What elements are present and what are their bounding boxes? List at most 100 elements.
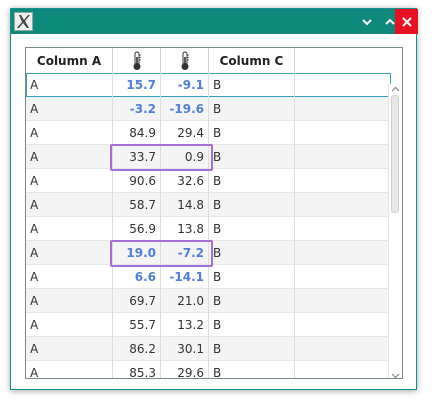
table-cell-c: B: [209, 217, 295, 241]
x-logo-icon: [14, 12, 33, 31]
table-row[interactable]: A -3.2 -19.6 B: [26, 97, 391, 121]
table-row[interactable]: A 55.7 13.2 B: [26, 313, 391, 337]
table-cell-t2: 14.8: [161, 193, 209, 217]
table-row[interactable]: A 56.9 13.8 B: [26, 217, 391, 241]
table-cell-t2: 29.4: [161, 121, 209, 145]
table-cell-a: A: [26, 217, 113, 241]
table-cell-t2: -7.2: [161, 241, 209, 265]
table-cell-filler: [295, 145, 391, 169]
table-cell-c: B: [209, 193, 295, 217]
table-cell-t2: 30.1: [161, 337, 209, 361]
table-cell-t2: 32.6: [161, 169, 209, 193]
close-button[interactable]: [395, 9, 418, 34]
table-cell-a: A: [26, 289, 113, 313]
table-cell-t1: 86.2: [113, 337, 161, 361]
table-cell-filler: [295, 289, 391, 313]
close-icon: [401, 16, 412, 27]
table-cell-a: A: [26, 145, 113, 169]
table-header: Column A Column C: [26, 48, 391, 74]
scroll-up-arrow[interactable]: [391, 84, 400, 93]
table-body: A 15.7 -9.1 B A -3.2 -19.6 B A 84.9 29.4 B A 33.7 0.9 B…: [26, 73, 391, 378]
table-cell-filler: [295, 217, 391, 241]
table-cell-c: B: [209, 121, 295, 145]
table-row[interactable]: A 86.2 30.1 B: [26, 337, 391, 361]
table-cell-t2: -9.1: [161, 73, 209, 97]
table-cell-c: B: [209, 169, 295, 193]
table-cell-c: B: [209, 97, 295, 121]
minimize-button[interactable]: [356, 9, 378, 34]
column-header-a[interactable]: Column A: [26, 48, 113, 73]
scroll-down-arrow[interactable]: [391, 371, 400, 378]
thermometer-icon: [133, 51, 141, 70]
table-row[interactable]: A 6.6 -14.1 B: [26, 265, 391, 289]
column-header-temp-1[interactable]: [113, 48, 161, 73]
table-cell-t1: 6.6: [113, 265, 161, 289]
table-cell-c: B: [209, 73, 295, 97]
table-cell-t1: 85.3: [113, 361, 161, 378]
column-header-c[interactable]: Column C: [209, 48, 295, 73]
table-cell-t2: 29.6: [161, 361, 209, 378]
table-cell-t1: 84.9: [113, 121, 161, 145]
table-cell-t1: 69.7: [113, 289, 161, 313]
table-cell-t1: 90.6: [113, 169, 161, 193]
table-cell-a: A: [26, 361, 113, 378]
table-cell-c: B: [209, 313, 295, 337]
table-cell-a: A: [26, 193, 113, 217]
table-row[interactable]: A 15.7 -9.1 B: [26, 73, 391, 97]
column-a-label: Column A: [36, 53, 102, 68]
table-cell-a: A: [26, 121, 113, 145]
table-cell-t1: 56.9: [113, 217, 161, 241]
table-cell-t2: 13.2: [161, 313, 209, 337]
table-cell-t1: 55.7: [113, 313, 161, 337]
table-cell-a: A: [26, 337, 113, 361]
table-cell-t1: -3.2: [113, 97, 161, 121]
table-row[interactable]: A 33.7 0.9 B: [26, 145, 391, 169]
table-cell-filler: [295, 361, 391, 378]
table-row[interactable]: A 58.7 14.8 B: [26, 193, 391, 217]
column-header-temp-2[interactable]: [161, 48, 209, 73]
table-row[interactable]: A 90.6 32.6 B: [26, 169, 391, 193]
table-row[interactable]: A 84.9 29.4 B: [26, 121, 391, 145]
table-cell-a: A: [26, 97, 113, 121]
table-cell-filler: [295, 193, 391, 217]
table-cell-c: B: [209, 241, 295, 265]
data-table[interactable]: Column A Column C A 15.7 -9.1 B A -3.2 -…: [25, 47, 403, 379]
table-cell-c: B: [209, 337, 295, 361]
chevron-down-icon: [362, 18, 372, 25]
scrollbar-thumb[interactable]: [391, 95, 399, 213]
column-header-filler: [295, 48, 391, 73]
table-cell-t2: 0.9: [161, 145, 209, 169]
table-cell-filler: [295, 241, 391, 265]
table-cell-c: B: [209, 265, 295, 289]
table-cell-c: B: [209, 289, 295, 313]
table-cell-t2: -19.6: [161, 97, 209, 121]
table-cell-a: A: [26, 241, 113, 265]
table-cell-filler: [295, 73, 391, 97]
table-cell-a: A: [26, 265, 113, 289]
chevron-down-icon: [391, 373, 400, 378]
table-cell-filler: [295, 313, 391, 337]
thermometer-icon: [181, 51, 189, 70]
column-c-label: Column C: [219, 53, 284, 68]
table-cell-a: A: [26, 313, 113, 337]
table-cell-t2: 13.8: [161, 217, 209, 241]
table-cell-filler: [295, 121, 391, 145]
table-cell-a: A: [26, 73, 113, 97]
table-cell-filler: [295, 97, 391, 121]
table-row[interactable]: A 85.3 29.6 B: [26, 361, 391, 378]
title-bar[interactable]: [11, 9, 418, 34]
table-cell-filler: [295, 169, 391, 193]
app-window: Column A Column C A 15.7 -9.1 B A -3.2 -…: [10, 8, 418, 390]
table-cell-c: B: [209, 361, 295, 378]
table-cell-t1: 58.7: [113, 193, 161, 217]
chevron-up-icon: [391, 86, 400, 91]
table-cell-t1: 19.0: [113, 241, 161, 265]
table-cell-t2: -14.1: [161, 265, 209, 289]
table-row[interactable]: A 69.7 21.0 B: [26, 289, 391, 313]
vertical-scrollbar[interactable]: [388, 84, 402, 378]
table-cell-filler: [295, 265, 391, 289]
table-cell-t1: 15.7: [113, 73, 161, 97]
table-cell-t1: 33.7: [113, 145, 161, 169]
table-cell-filler: [295, 337, 391, 361]
table-row[interactable]: A 19.0 -7.2 B: [26, 241, 391, 265]
